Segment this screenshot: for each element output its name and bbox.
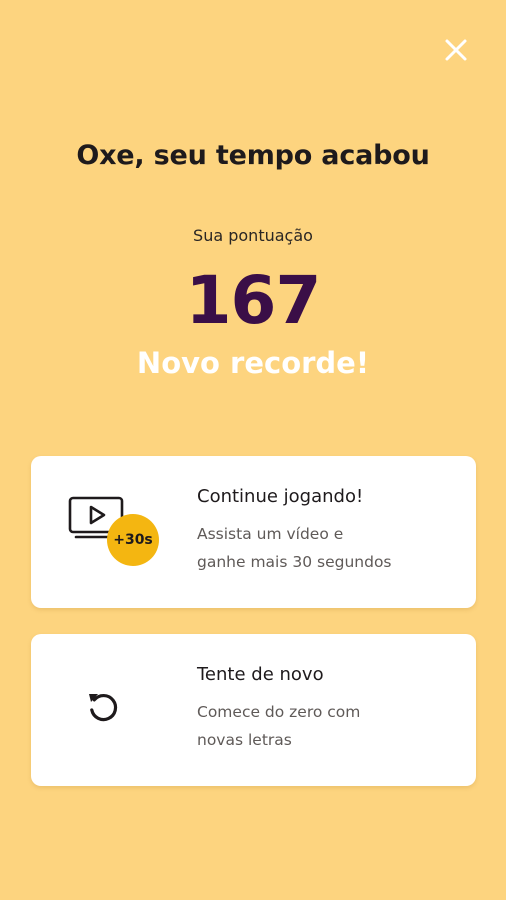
- continue-description-line-2: ganhe mais 30 segundos: [197, 553, 392, 571]
- continue-title: Continue jogando!: [197, 486, 364, 507]
- new-record-label: Novo recorde!: [136, 346, 370, 380]
- time-bonus-badge: +30s: [107, 514, 159, 566]
- continue-description-line-1: Assista um vídeo e: [197, 525, 344, 543]
- score-label: Sua pontuação: [193, 226, 313, 245]
- retry-title: Tente de novo: [197, 664, 324, 685]
- page-title: Oxe, seu tempo acabou: [76, 140, 430, 171]
- restart-icon: [89, 693, 118, 722]
- try-again-card[interactable]: Tente de novo Comece do zero com novas l…: [31, 634, 476, 786]
- retry-description: Comece do zero com novas letras: [197, 698, 457, 754]
- continue-playing-card[interactable]: +30s Continue jogando! Assista um vídeo …: [31, 456, 476, 608]
- close-icon: [445, 39, 467, 61]
- retry-description-line-2: novas letras: [197, 731, 292, 749]
- close-button[interactable]: [440, 34, 472, 66]
- retry-description-line-1: Comece do zero com: [197, 703, 361, 721]
- continue-description: Assista um vídeo e ganhe mais 30 segundo…: [197, 520, 457, 576]
- score-value: 167: [185, 262, 322, 339]
